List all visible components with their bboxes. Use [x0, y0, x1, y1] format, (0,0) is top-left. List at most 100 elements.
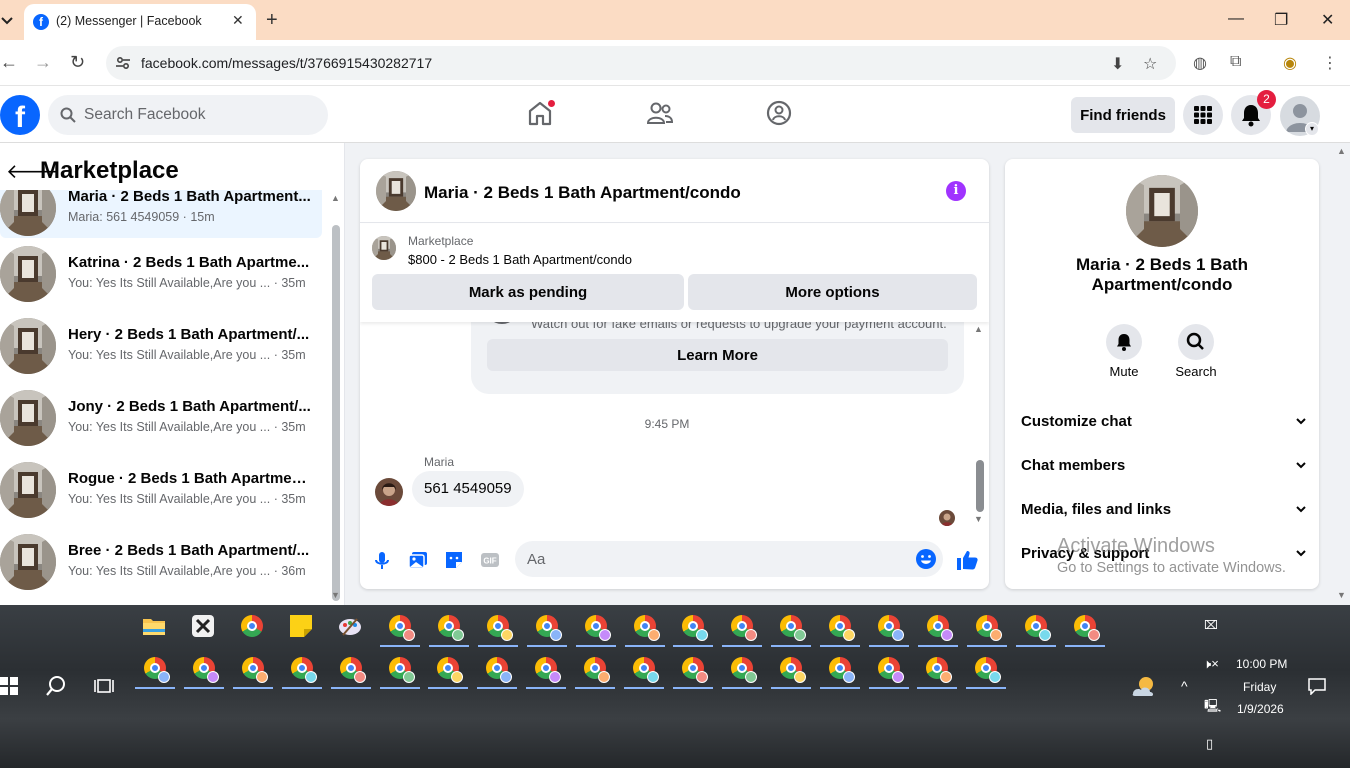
paint-icon[interactable]: [337, 613, 363, 639]
microphone-icon[interactable]: [371, 549, 393, 571]
conversation-avatar[interactable]: [0, 390, 56, 446]
listing-title[interactable]: $800 - 2 Beds 1 Bath Apartment/condo: [408, 252, 632, 267]
chrome-taskbar-icon[interactable]: [974, 613, 1002, 641]
chrome-taskbar-icon[interactable]: [240, 655, 268, 683]
network-icon[interactable]: 🖳: [1204, 697, 1221, 719]
conversation-item[interactable]: Katrina · 2 Beds 1 Bath Apartme... You: Y…: [0, 238, 322, 310]
search-input[interactable]: [84, 104, 314, 126]
facebook-logo-icon[interactable]: f: [0, 95, 40, 135]
chrome-taskbar-icon[interactable]: [876, 655, 904, 683]
sidebar-scrollbar-thumb[interactable]: [332, 225, 340, 601]
chrome-taskbar-icon[interactable]: [631, 655, 659, 683]
sender-avatar[interactable]: [375, 478, 403, 506]
chrome-taskbar-icon[interactable]: [827, 655, 855, 683]
chrome-taskbar-icon[interactable]: [827, 613, 856, 641]
device-icon[interactable]: ▯: [1206, 736, 1213, 752]
conversation-avatar[interactable]: [0, 190, 56, 236]
scroll-up-icon[interactable]: ▲: [331, 193, 340, 203]
info-row-chat-members[interactable]: Chat members: [1021, 445, 1307, 485]
chrome-taskbar-icon[interactable]: [435, 655, 464, 683]
info-row-media-files-and-links[interactable]: Media, files and links: [1021, 489, 1307, 529]
windows-start-icon[interactable]: [0, 677, 18, 695]
chrome-taskbar-icon[interactable]: [583, 613, 611, 641]
minimize-icon[interactable]: —: [1228, 10, 1244, 28]
extensions-icon[interactable]: ⧉: [1230, 53, 1241, 71]
tab-close-icon[interactable]: ✕: [232, 12, 244, 29]
site-settings-icon[interactable]: [114, 54, 132, 72]
bookmark-star-icon[interactable]: ☆: [1143, 54, 1157, 74]
search-in-chat-button[interactable]: Search: [1166, 324, 1226, 379]
conversation-item[interactable]: Rogue · 2 Beds 1 Bath Apartmen... You: Ye…: [0, 454, 322, 526]
file-explorer-icon[interactable]: [141, 613, 167, 639]
url-text[interactable]: facebook.com/messages/t/3766915430282717: [141, 55, 432, 71]
chrome-taskbar-icon[interactable]: [632, 613, 660, 641]
conversation-avatar[interactable]: [0, 462, 56, 518]
chrome-taskbar-icon[interactable]: [387, 613, 415, 641]
restore-icon[interactable]: ❐: [1274, 10, 1288, 30]
conversation-avatar[interactable]: [0, 534, 56, 590]
chrome-taskbar-icon[interactable]: [485, 613, 513, 641]
browser-tab-active[interactable]: f (2) Messenger | Facebook ✕: [24, 4, 256, 40]
chrome-taskbar-icon[interactable]: [876, 613, 904, 641]
action-center-icon[interactable]: [1308, 677, 1326, 695]
chrome-taskbar-icon[interactable]: [582, 655, 611, 683]
taskbar-clock-date[interactable]: 1/9/2026: [1237, 702, 1284, 716]
install-app-icon[interactable]: ⬇: [1111, 54, 1124, 74]
learn-more-button[interactable]: Learn More: [487, 339, 948, 371]
gif-icon[interactable]: GIF: [479, 549, 501, 571]
info-row-customize-chat[interactable]: Customize chat: [1021, 401, 1307, 441]
chrome-taskbar-icon[interactable]: [387, 655, 415, 683]
chrome-taskbar-icon[interactable]: [533, 655, 562, 683]
mute-button[interactable]: Mute: [1094, 324, 1154, 379]
message-scrollbar-thumb[interactable]: [976, 460, 984, 512]
chrome-taskbar-icon[interactable]: [680, 613, 709, 641]
emoji-icon[interactable]: [915, 548, 937, 570]
chrome-taskbar-icon[interactable]: [778, 655, 806, 683]
taskbar-search-icon[interactable]: [45, 675, 67, 697]
menu-grid-button[interactable]: [1183, 95, 1223, 135]
new-tab-icon[interactable]: +: [266, 9, 278, 32]
chrome-taskbar-icon[interactable]: [289, 655, 317, 683]
chrome-taskbar-icon[interactable]: [436, 613, 464, 641]
conversation-avatar[interactable]: [0, 318, 56, 374]
sticker-icon[interactable]: [443, 549, 465, 571]
conversation-item[interactable]: Hery · 2 Beds 1 Bath Apartment/... You: Y…: [0, 310, 322, 382]
chrome-taskbar-icon[interactable]: [778, 613, 807, 641]
groups-icon[interactable]: [765, 99, 793, 127]
more-options-button[interactable]: More options: [688, 274, 977, 310]
chrome-taskbar-icon[interactable]: [239, 613, 265, 639]
chrome-menu-icon[interactable]: ⋮: [1322, 53, 1338, 73]
conversation-item[interactable]: Maria · 2 Beds 1 Bath Apartment... Maria:…: [0, 190, 322, 238]
conversation-avatar[interactable]: [0, 246, 56, 302]
chrome-taskbar-icon[interactable]: [534, 613, 562, 641]
find-friends-button[interactable]: Find friends: [1071, 97, 1175, 133]
address-bar[interactable]: facebook.com/messages/t/3766915430282717…: [106, 46, 1176, 80]
translate-icon[interactable]: ◍: [1193, 53, 1207, 73]
chrome-taskbar-icon[interactable]: [191, 655, 219, 683]
battery-icon[interactable]: ⌧: [1204, 618, 1218, 632]
sticky-notes-icon[interactable]: [288, 613, 314, 639]
chrome-taskbar-icon[interactable]: [924, 655, 953, 683]
chat-title[interactable]: Maria · 2 Beds 1 Bath Apartment/condo: [424, 183, 741, 203]
forward-icon[interactable]: →: [34, 52, 52, 73]
chrome-taskbar-icon[interactable]: [925, 613, 953, 641]
facebook-search-box[interactable]: [48, 95, 328, 135]
listing-thumbnail[interactable]: [372, 236, 396, 260]
taskbar-clock-day[interactable]: Friday: [1243, 680, 1276, 694]
mark-as-pending-button[interactable]: Mark as pending: [372, 274, 684, 310]
back-icon[interactable]: ←: [0, 52, 18, 73]
chrome-taskbar-icon[interactable]: [1023, 613, 1051, 641]
tab-search-chevron-icon[interactable]: [0, 12, 14, 28]
chrome-taskbar-icon[interactable]: [142, 655, 170, 683]
message-input-wrapper[interactable]: [515, 541, 943, 577]
weather-icon[interactable]: [1130, 674, 1158, 698]
page-scroll-down-icon[interactable]: ▼: [1337, 590, 1346, 600]
taskbar-clock-time[interactable]: 10:00 PM: [1236, 657, 1287, 671]
chrome-taskbar-icon[interactable]: [484, 655, 513, 683]
window-close-icon[interactable]: ✕: [1321, 10, 1334, 30]
reload-icon[interactable]: ↻: [70, 52, 85, 73]
conversation-item[interactable]: Jony · 2 Beds 1 Bath Apartment/... You: Y…: [0, 382, 322, 454]
account-chevron-icon[interactable]: ▾: [1305, 122, 1319, 136]
message-scroll-down-icon[interactable]: ▼: [974, 514, 983, 524]
chrome-taskbar-icon[interactable]: [973, 655, 1002, 683]
